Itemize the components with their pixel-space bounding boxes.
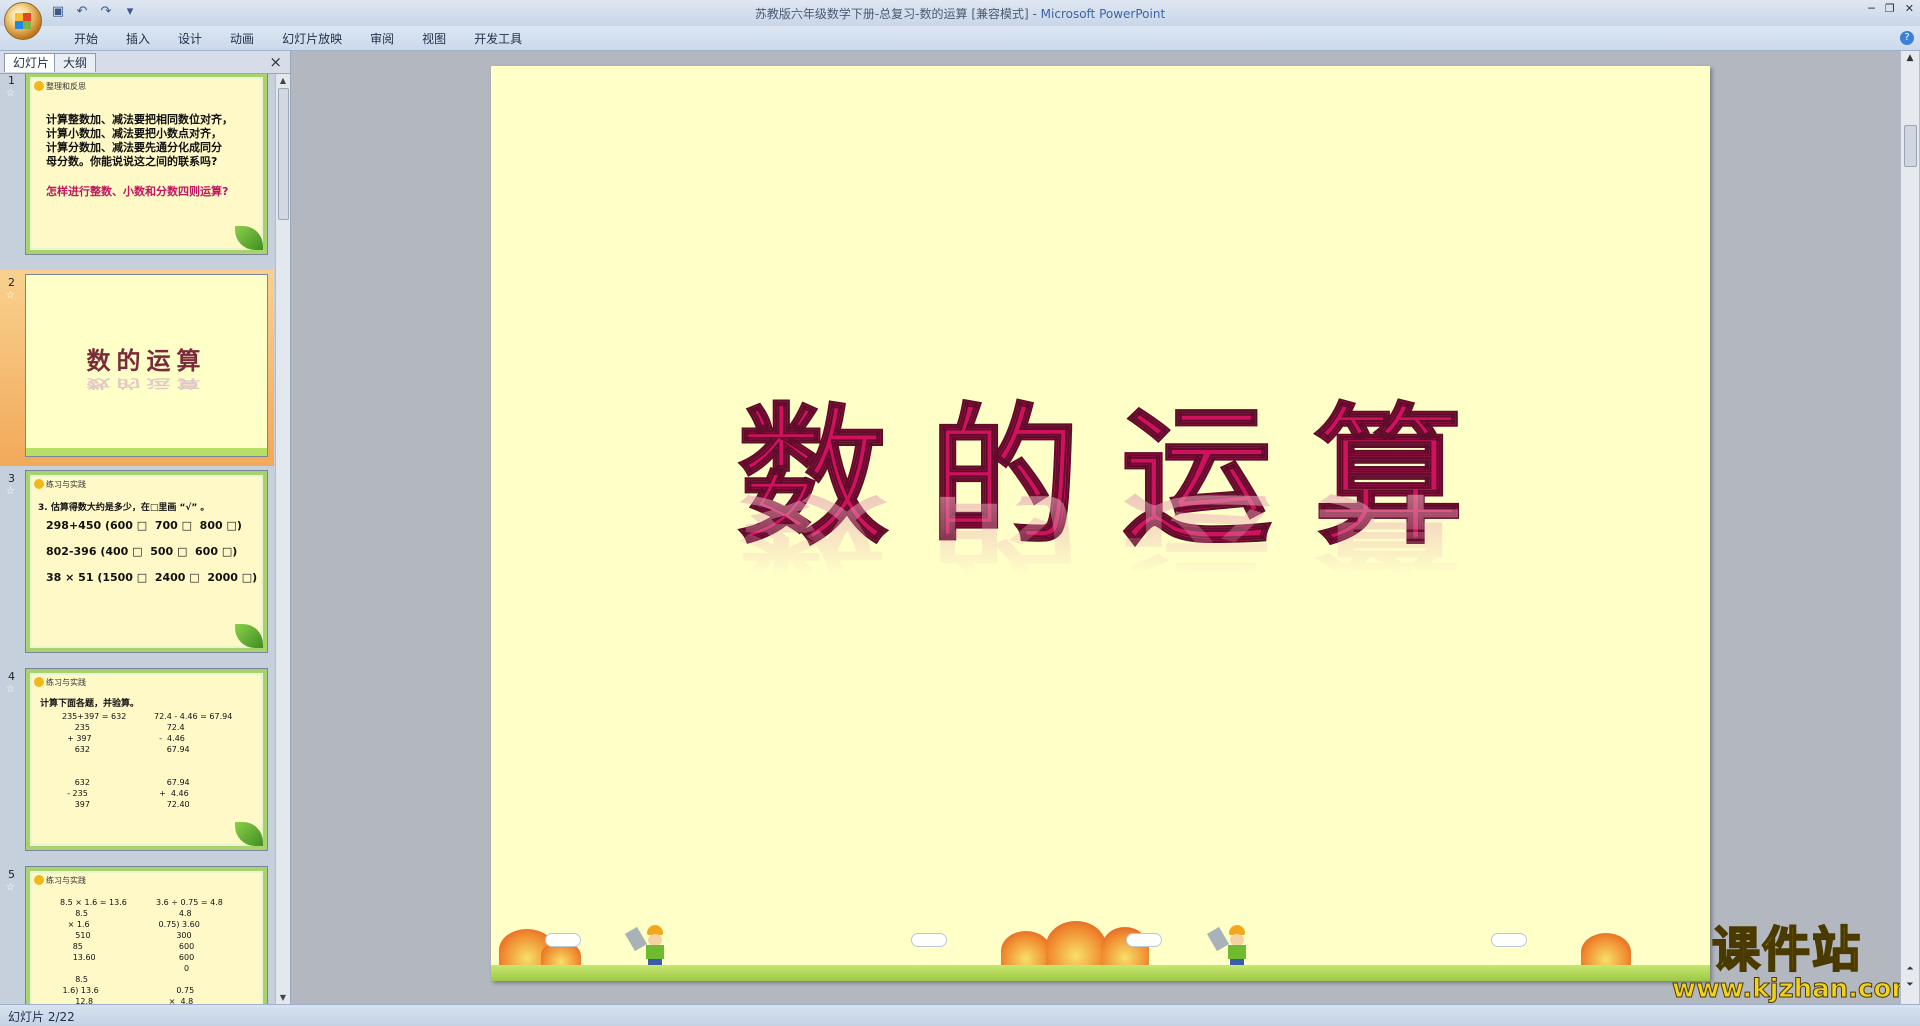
thumb-title: 数的运算 (86, 347, 207, 375)
thumb-body: 计算下面各题，并验算。 (40, 699, 140, 709)
watermark-title: 课件站 (1711, 922, 1862, 978)
watermark-url: www.kjzhan.com (1672, 974, 1919, 1004)
cloud-icon (911, 933, 947, 947)
tab-design[interactable]: 设计 (164, 30, 216, 48)
title-bar: ▣ ↶ ↷ ▾ 苏教版六年级数学下册-总复习-数的运算 [兼容模式] - Mic… (0, 0, 1920, 40)
thumb-body: 计算整数加、减法要把相同数位对齐， 计算小数加、减法要把小数点对齐， 计算分数加… (46, 113, 233, 168)
thumb-calc-left: 235+397 = 632 235 + 397 632 632 - 235 39… (62, 712, 127, 809)
current-slide[interactable]: 数的运算 数的运算 (491, 66, 1710, 981)
slide-indicator: 幻灯片 2/22 (8, 1010, 75, 1024)
thumb-title-reflection: 数的运算 (86, 376, 207, 391)
thumb-line: 298+450 (600 □ 700 □ 800 □) (46, 519, 242, 532)
pane-tabs: 幻灯片 大纲 × (0, 51, 290, 74)
tab-slideshow[interactable]: 幻灯片放映 (268, 30, 356, 48)
scroll-up-icon[interactable]: ▲ (1901, 53, 1919, 63)
cloud-icon (545, 933, 581, 947)
transition-star-icon: ☆ (6, 88, 15, 99)
slide-thumbnail[interactable]: 数的运算 数的运算 (25, 274, 268, 457)
tab-review[interactable]: 审阅 (356, 30, 408, 48)
close-icon[interactable]: ✕ (1905, 2, 1914, 15)
tab-insert[interactable]: 插入 (112, 30, 164, 48)
thumbnail-slide-1[interactable]: 1 ☆ 整理和反思 计算整数加、减法要把相同数位对齐， 计算小数加、减法要把小数… (0, 74, 274, 264)
slide-number: 1 (8, 74, 15, 87)
editor-scrollbar[interactable]: ▲ ⏶ ⏷ (1900, 51, 1919, 1004)
thumb-calc-right: 3.6 ÷ 0.75 = 4.8 4.8 0.75) 3.60 300 600 … (156, 898, 223, 1004)
app-name: Microsoft PowerPoint (1040, 7, 1166, 21)
next-slide-icon[interactable]: ⏷ (1901, 980, 1919, 990)
slide-title-reflection: 数的运算 (737, 482, 1506, 583)
tab-slides[interactable]: 幻灯片 (4, 53, 59, 72)
window-title: 苏教版六年级数学下册-总复习-数的运算 [兼容模式] - Microsoft P… (0, 5, 1920, 22)
bush-decoration (1046, 921, 1106, 971)
thumb-calc-left: 8.5 × 1.6 = 13.6 8.5 × 1.6 510 85 13.60 … (60, 898, 127, 1004)
transition-star-icon: ☆ (6, 486, 15, 497)
thumbnail-list: 1 ☆ 整理和反思 计算整数加、减法要把相同数位对齐， 计算小数加、减法要把小数… (0, 74, 274, 1004)
cloud-icon (1491, 933, 1527, 947)
transition-star-icon: ☆ (6, 290, 15, 301)
minimize-icon[interactable]: ─ (1868, 2, 1875, 15)
slide-number: 4 (8, 670, 15, 683)
slide-thumbnail[interactable]: 练习与实践 8.5 × 1.6 = 13.6 8.5 × 1.6 510 85 … (25, 866, 268, 1004)
thumb-line: 38 × 51 (1500 □ 2400 □ 2000 □) (46, 571, 258, 584)
slide-number: 3 (8, 472, 15, 485)
thumbnail-slide-3[interactable]: 3 ☆ 练习与实践 3. 估算得数大约是多少，在□里画 “√” 。 298+45… (0, 466, 274, 662)
site-watermark: 课件站 www.kjzhan.com (1672, 922, 1919, 1004)
transition-star-icon: ☆ (6, 882, 15, 893)
ribbon: 开始 插入 设计 动画 幻灯片放映 审阅 视图 开发工具 ? (0, 26, 1920, 51)
window-controls: ─ ❐ ✕ (1868, 2, 1914, 15)
cloud-icon (1126, 933, 1162, 947)
previous-slide-icon[interactable]: ⏶ (1901, 964, 1919, 974)
scroll-up-icon[interactable]: ▲ (276, 76, 290, 85)
thumb-body: 3. 估算得数大约是多少，在□里画 “√” 。 (38, 503, 210, 513)
title-separator: - (1028, 7, 1041, 21)
thumb-calc-right: 72.4 - 4.46 = 67.94 72.4 - 4.46 67.94 67… (154, 712, 233, 809)
tab-animations[interactable]: 动画 (216, 30, 268, 48)
tab-view[interactable]: 视图 (408, 30, 460, 48)
leaf-icon (235, 624, 263, 648)
thumbnail-slide-5[interactable]: 5 ☆ 练习与实践 8.5 × 1.6 = 13.6 8.5 × 1.6 510… (0, 862, 274, 1004)
ribbon-tabs: 开始 插入 设计 动画 幻灯片放映 审阅 视图 开发工具 (60, 30, 536, 48)
thumb-header: 练习与实践 (34, 875, 86, 886)
thumb-header: 练习与实践 (34, 479, 86, 490)
slide-thumbnail[interactable]: 整理和反思 计算整数加、减法要把相同数位对齐， 计算小数加、减法要把小数点对齐，… (25, 74, 268, 255)
help-icon[interactable]: ? (1900, 31, 1914, 45)
office-logo-icon (15, 13, 31, 29)
thumb-grass (26, 448, 267, 456)
thumb-header: 整理和反思 (34, 81, 86, 92)
office-button[interactable] (4, 2, 42, 40)
restore-icon[interactable]: ❐ (1885, 2, 1895, 15)
slides-pane: 幻灯片 大纲 × 1 ☆ 整理和反思 计算整数加、减法要把相同数位对齐， 计算小… (0, 51, 291, 1004)
scroll-down-icon[interactable]: ▼ (276, 993, 290, 1002)
slide-number: 2 (8, 276, 15, 289)
slide-thumbnail[interactable]: 练习与实践 计算下面各题，并验算。 235+397 = 632 235 + 39… (25, 668, 268, 851)
thumb-line: 802-396 (400 □ 500 □ 600 □) (46, 545, 238, 558)
transition-star-icon: ☆ (6, 684, 15, 695)
leaf-icon (235, 226, 263, 250)
slide-thumbnail[interactable]: 练习与实践 3. 估算得数大约是多少，在□里画 “√” 。 298+450 (6… (25, 470, 268, 653)
scroll-thumb[interactable] (1904, 125, 1917, 167)
thumbnail-slide-2[interactable]: 2 ☆ 数的运算 数的运算 (0, 270, 274, 466)
tab-home[interactable]: 开始 (60, 30, 112, 48)
slide-number: 5 (8, 868, 15, 881)
pane-scrollbar[interactable]: ▲ ▼ (275, 74, 290, 1004)
tab-developer[interactable]: 开发工具 (460, 30, 536, 48)
tab-outline[interactable]: 大纲 (54, 53, 97, 72)
pane-close-icon[interactable]: × (269, 53, 282, 71)
thumb-question: 怎样进行整数、小数和分数四则运算? (46, 185, 229, 198)
leaf-icon (235, 822, 263, 846)
thumbnail-slide-4[interactable]: 4 ☆ 练习与实践 计算下面各题，并验算。 235+397 = 632 235 … (0, 664, 274, 860)
thumb-header: 练习与实践 (34, 677, 86, 688)
status-bar: 幻灯片 2/22 (0, 1004, 1920, 1026)
document-title: 苏教版六年级数学下册-总复习-数的运算 [兼容模式] (754, 7, 1029, 21)
grass-strip (491, 965, 1710, 981)
scroll-thumb[interactable] (278, 88, 289, 220)
